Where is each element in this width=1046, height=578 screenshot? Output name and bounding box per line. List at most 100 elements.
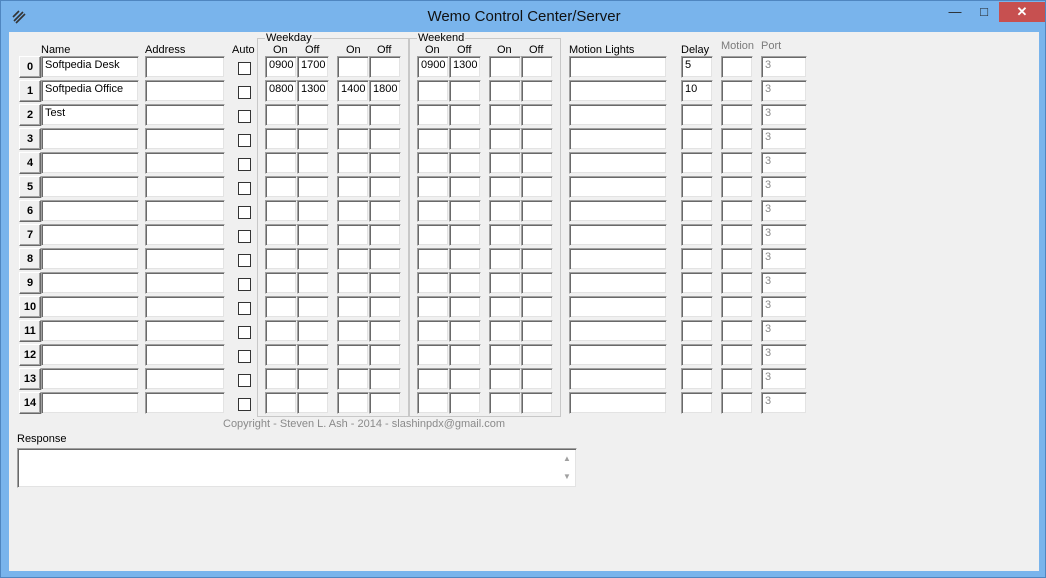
auto-checkbox-7[interactable] xyxy=(238,230,251,243)
name-field-5[interactable] xyxy=(41,176,139,198)
auto-checkbox-13[interactable] xyxy=(238,374,251,387)
wd-off1-field-8[interactable] xyxy=(297,248,329,270)
wd-off1-field-4[interactable] xyxy=(297,152,329,174)
delay-field-5[interactable] xyxy=(681,176,713,198)
wd-on1-field-10[interactable] xyxy=(265,296,297,318)
auto-checkbox-5[interactable] xyxy=(238,182,251,195)
row-button-9[interactable]: 9 xyxy=(19,272,41,294)
we-on2-field-8[interactable] xyxy=(489,248,521,270)
port-field-1[interactable]: 3 xyxy=(761,80,807,102)
auto-checkbox-0[interactable] xyxy=(238,62,251,75)
wd-on2-field-10[interactable] xyxy=(337,296,369,318)
wd-off2-field-8[interactable] xyxy=(369,248,401,270)
wd-on1-field-1[interactable]: 0800 xyxy=(265,80,297,102)
we-off1-field-1[interactable] xyxy=(449,80,481,102)
address-field-11[interactable] xyxy=(145,320,225,342)
we-on1-field-5[interactable] xyxy=(417,176,449,198)
wd-on1-field-6[interactable] xyxy=(265,200,297,222)
we-on1-field-10[interactable] xyxy=(417,296,449,318)
motion-lights-field-5[interactable] xyxy=(569,176,667,198)
wd-off2-field-11[interactable] xyxy=(369,320,401,342)
we-on2-field-10[interactable] xyxy=(489,296,521,318)
delay-field-1[interactable]: 10 xyxy=(681,80,713,102)
close-button[interactable]: ✕ xyxy=(999,2,1045,22)
we-off1-field-4[interactable] xyxy=(449,152,481,174)
delay-field-2[interactable] xyxy=(681,104,713,126)
auto-checkbox-1[interactable] xyxy=(238,86,251,99)
we-on1-field-2[interactable] xyxy=(417,104,449,126)
we-on1-field-6[interactable] xyxy=(417,200,449,222)
motion-field-1[interactable] xyxy=(721,80,753,102)
delay-field-11[interactable] xyxy=(681,320,713,342)
we-on2-field-14[interactable] xyxy=(489,392,521,414)
port-field-4[interactable]: 3 xyxy=(761,152,807,174)
address-field-12[interactable] xyxy=(145,344,225,366)
we-off2-field-14[interactable] xyxy=(521,392,553,414)
wd-off1-field-0[interactable]: 1700 xyxy=(297,56,329,78)
auto-checkbox-11[interactable] xyxy=(238,326,251,339)
port-field-5[interactable]: 3 xyxy=(761,176,807,198)
motion-lights-field-13[interactable] xyxy=(569,368,667,390)
we-off1-field-12[interactable] xyxy=(449,344,481,366)
wd-off1-field-9[interactable] xyxy=(297,272,329,294)
name-field-11[interactable] xyxy=(41,320,139,342)
port-field-0[interactable]: 3 xyxy=(761,56,807,78)
we-off1-field-7[interactable] xyxy=(449,224,481,246)
name-field-8[interactable] xyxy=(41,248,139,270)
row-button-4[interactable]: 4 xyxy=(19,152,41,174)
row-button-14[interactable]: 14 xyxy=(19,392,41,414)
motion-field-11[interactable] xyxy=(721,320,753,342)
auto-checkbox-2[interactable] xyxy=(238,110,251,123)
address-field-1[interactable] xyxy=(145,80,225,102)
port-field-7[interactable]: 3 xyxy=(761,224,807,246)
we-on2-field-12[interactable] xyxy=(489,344,521,366)
we-on1-field-13[interactable] xyxy=(417,368,449,390)
name-field-14[interactable] xyxy=(41,392,139,414)
we-on2-field-11[interactable] xyxy=(489,320,521,342)
motion-lights-field-9[interactable] xyxy=(569,272,667,294)
we-off1-field-0[interactable]: 1300 xyxy=(449,56,481,78)
wd-on2-field-7[interactable] xyxy=(337,224,369,246)
motion-lights-field-2[interactable] xyxy=(569,104,667,126)
wd-on1-field-7[interactable] xyxy=(265,224,297,246)
we-on2-field-4[interactable] xyxy=(489,152,521,174)
wd-off1-field-13[interactable] xyxy=(297,368,329,390)
scroll-down-icon[interactable]: ▼ xyxy=(561,471,573,483)
name-field-7[interactable] xyxy=(41,224,139,246)
motion-lights-field-0[interactable] xyxy=(569,56,667,78)
wd-on1-field-13[interactable] xyxy=(265,368,297,390)
wd-off1-field-3[interactable] xyxy=(297,128,329,150)
wd-off2-field-0[interactable] xyxy=(369,56,401,78)
row-button-5[interactable]: 5 xyxy=(19,176,41,198)
motion-field-14[interactable] xyxy=(721,392,753,414)
we-off2-field-10[interactable] xyxy=(521,296,553,318)
delay-field-7[interactable] xyxy=(681,224,713,246)
motion-lights-field-6[interactable] xyxy=(569,200,667,222)
motion-field-13[interactable] xyxy=(721,368,753,390)
motion-lights-field-3[interactable] xyxy=(569,128,667,150)
auto-checkbox-14[interactable] xyxy=(238,398,251,411)
auto-checkbox-10[interactable] xyxy=(238,302,251,315)
name-field-9[interactable] xyxy=(41,272,139,294)
wd-off1-field-14[interactable] xyxy=(297,392,329,414)
delay-field-3[interactable] xyxy=(681,128,713,150)
wd-on2-field-14[interactable] xyxy=(337,392,369,414)
port-field-14[interactable]: 3 xyxy=(761,392,807,414)
delay-field-10[interactable] xyxy=(681,296,713,318)
motion-field-2[interactable] xyxy=(721,104,753,126)
name-field-10[interactable] xyxy=(41,296,139,318)
name-field-12[interactable] xyxy=(41,344,139,366)
delay-field-9[interactable] xyxy=(681,272,713,294)
delay-field-12[interactable] xyxy=(681,344,713,366)
we-off2-field-7[interactable] xyxy=(521,224,553,246)
address-field-4[interactable] xyxy=(145,152,225,174)
maximize-button[interactable]: □ xyxy=(970,2,998,22)
we-off1-field-9[interactable] xyxy=(449,272,481,294)
we-off2-field-5[interactable] xyxy=(521,176,553,198)
port-field-12[interactable]: 3 xyxy=(761,344,807,366)
address-field-13[interactable] xyxy=(145,368,225,390)
motion-field-9[interactable] xyxy=(721,272,753,294)
port-field-6[interactable]: 3 xyxy=(761,200,807,222)
motion-lights-field-7[interactable] xyxy=(569,224,667,246)
we-on1-field-9[interactable] xyxy=(417,272,449,294)
